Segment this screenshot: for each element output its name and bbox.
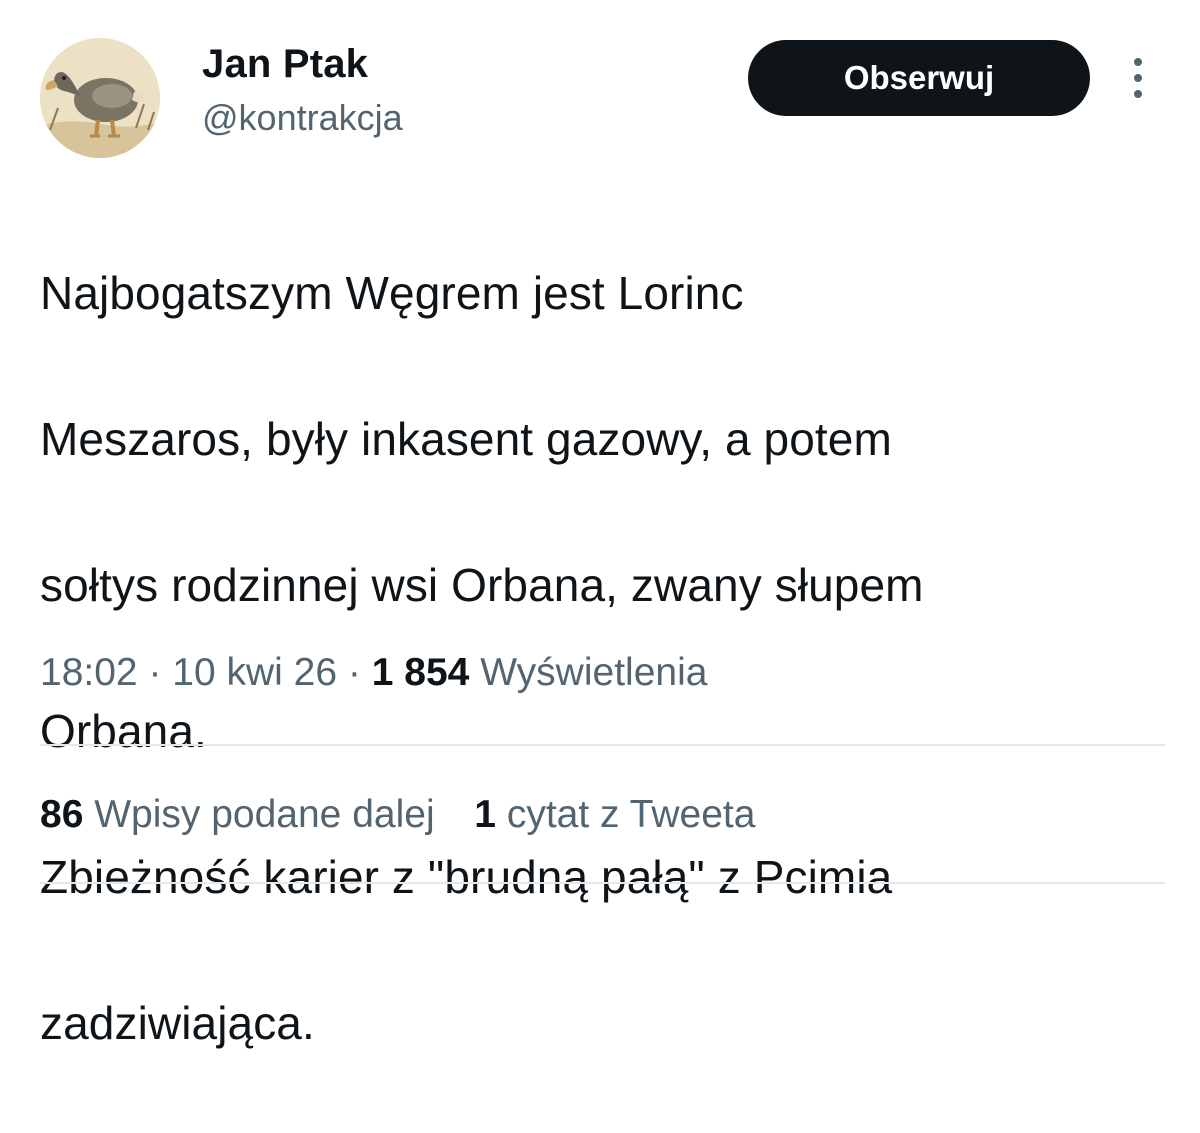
tweet-meta: 18:02 · 10 kwi 26 · 1 854 Wyświetlenia [40,650,707,697]
tweet-text-line: Orbana. [40,705,207,757]
quotes-label: cytat z Tweeta [506,793,756,836]
views-count: 1 854 [371,651,470,694]
divider [40,882,1165,884]
views-label: Wyświetlenia [480,651,708,694]
meta-separator: · [148,651,162,694]
author-name[interactable]: Jan Ptak [202,42,368,86]
tweet-text-line: sołtys rodzinnej wsi Orbana, zwany słupe… [40,559,924,611]
meta-separator: · [347,651,361,694]
retweets-count: 86 [40,793,84,836]
tweet-text-line: Najbogatszym Węgrem jest Lorinc [40,267,744,319]
tweet-time[interactable]: 18:02 [40,651,138,694]
divider [40,744,1165,746]
retweets-label: Wpisy podane dalej [94,793,435,836]
quotes-stat[interactable]: 1 cytat z Tweeta [474,793,755,836]
tweet-date[interactable]: 10 kwi 26 [172,651,337,694]
retweets-stat[interactable]: 86 Wpisy podane dalej [40,793,445,836]
avatar[interactable] [40,38,160,158]
quotes-count: 1 [474,793,496,836]
tweet-header: Jan Ptak @kontrakcja Obserwuj [40,26,1170,158]
more-vertical-icon[interactable] [1126,56,1150,100]
author-handle[interactable]: @kontrakcja [202,98,403,138]
tweet-text-line: zadziwiająca. [40,997,315,1049]
tweet-text-line: Meszaros, były inkasent gazowy, a potem [40,413,892,465]
follow-button[interactable]: Obserwuj [748,40,1090,116]
dodo-bird-icon [40,38,160,158]
tweet-text-line: Zbieżność karier z "brudną pałą" z Pcimi… [40,851,893,903]
tweet-stats: 86 Wpisy podane dalej 1 cytat z Tweeta [40,792,755,839]
